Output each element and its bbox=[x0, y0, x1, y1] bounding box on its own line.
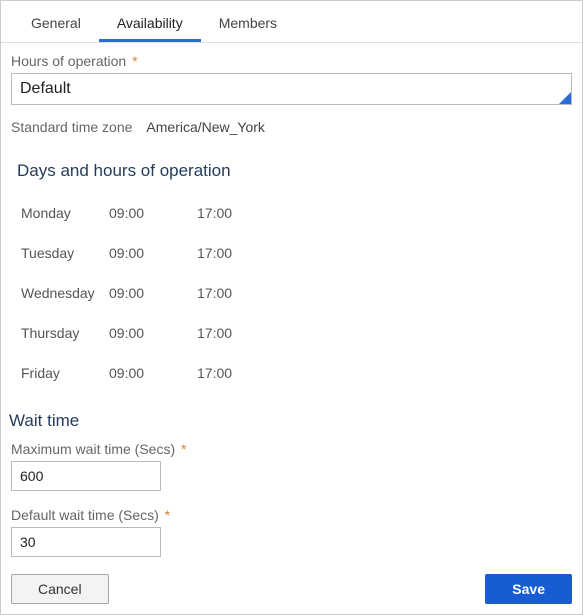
day-cell: Monday bbox=[21, 205, 109, 221]
end-cell: 17:00 bbox=[197, 285, 257, 301]
start-cell: 09:00 bbox=[109, 245, 197, 261]
table-row: Friday 09:00 17:00 bbox=[21, 353, 572, 393]
hours-of-operation-select[interactable]: Default bbox=[11, 73, 572, 105]
hours-table: Monday 09:00 17:00 Tuesday 09:00 17:00 W… bbox=[17, 193, 572, 393]
cancel-button[interactable]: Cancel bbox=[11, 574, 109, 604]
save-button[interactable]: Save bbox=[485, 574, 572, 604]
default-wait-label-text: Default wait time (Secs) bbox=[11, 507, 159, 523]
max-wait-label-text: Maximum wait time (Secs) bbox=[11, 441, 175, 457]
table-row: Tuesday 09:00 17:00 bbox=[21, 233, 572, 273]
days-hours-section: Days and hours of operation Monday 09:00… bbox=[11, 161, 572, 393]
start-cell: 09:00 bbox=[109, 285, 197, 301]
required-icon: * bbox=[165, 507, 170, 523]
tab-members[interactable]: Members bbox=[201, 5, 295, 42]
required-icon: * bbox=[132, 53, 137, 69]
table-row: Monday 09:00 17:00 bbox=[21, 193, 572, 233]
max-wait-value: 600 bbox=[20, 468, 43, 484]
day-cell: Tuesday bbox=[21, 245, 109, 261]
tab-bar: General Availability Members bbox=[1, 5, 582, 43]
default-wait-label: Default wait time (Secs) * bbox=[11, 507, 572, 523]
max-wait-label: Maximum wait time (Secs) * bbox=[11, 441, 572, 457]
end-cell: 17:00 bbox=[197, 245, 257, 261]
day-cell: Thursday bbox=[21, 325, 109, 341]
day-cell: Friday bbox=[21, 365, 109, 381]
tab-general[interactable]: General bbox=[13, 5, 99, 42]
end-cell: 17:00 bbox=[197, 365, 257, 381]
hours-of-operation-value: Default bbox=[20, 80, 71, 98]
end-cell: 17:00 bbox=[197, 205, 257, 221]
default-wait-value: 30 bbox=[20, 534, 36, 550]
wait-time-section: Wait time Maximum wait time (Secs) * 600… bbox=[11, 411, 572, 557]
footer-actions: Cancel Save bbox=[11, 574, 572, 604]
hours-of-operation-label: Hours of operation * bbox=[11, 53, 572, 69]
days-hours-title: Days and hours of operation bbox=[17, 161, 572, 181]
default-wait-input[interactable]: 30 bbox=[11, 527, 161, 557]
timezone-row: Standard time zone America/New_York bbox=[11, 119, 572, 135]
tab-availability[interactable]: Availability bbox=[99, 5, 201, 42]
start-cell: 09:00 bbox=[109, 205, 197, 221]
required-icon: * bbox=[181, 441, 186, 457]
default-wait-group: Default wait time (Secs) * 30 bbox=[11, 507, 572, 557]
start-cell: 09:00 bbox=[109, 325, 197, 341]
max-wait-input[interactable]: 600 bbox=[11, 461, 161, 491]
settings-panel: General Availability Members Hours of op… bbox=[0, 0, 583, 615]
timezone-value: America/New_York bbox=[146, 119, 265, 135]
start-cell: 09:00 bbox=[109, 365, 197, 381]
wait-time-title: Wait time bbox=[9, 411, 572, 431]
table-row: Thursday 09:00 17:00 bbox=[21, 313, 572, 353]
max-wait-group: Maximum wait time (Secs) * 600 bbox=[11, 441, 572, 491]
tab-content: Hours of operation * Default Standard ti… bbox=[1, 43, 582, 557]
timezone-label: Standard time zone bbox=[11, 119, 132, 135]
table-row: Wednesday 09:00 17:00 bbox=[21, 273, 572, 313]
dropdown-corner-icon bbox=[559, 92, 571, 104]
hours-of-operation-label-text: Hours of operation bbox=[11, 53, 126, 69]
end-cell: 17:00 bbox=[197, 325, 257, 341]
day-cell: Wednesday bbox=[21, 285, 109, 301]
